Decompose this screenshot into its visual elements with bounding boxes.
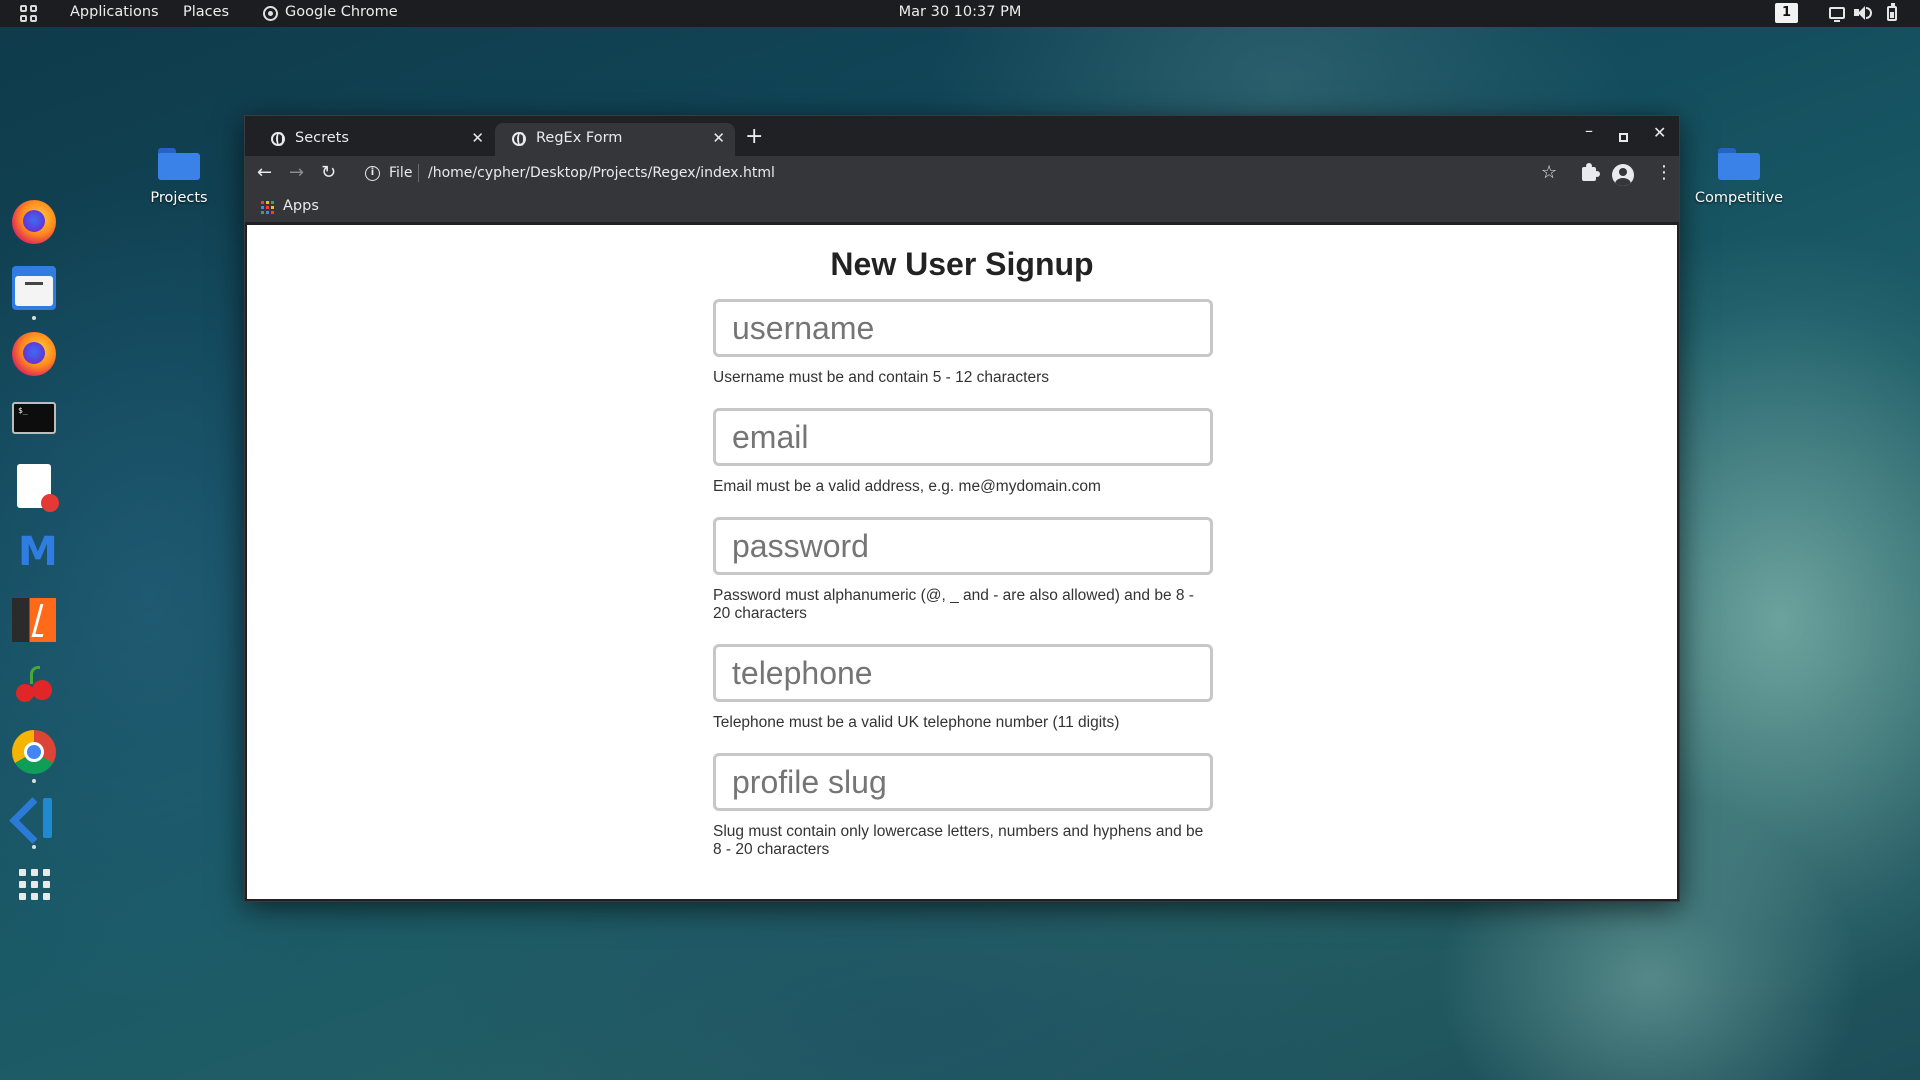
globe-icon bbox=[512, 132, 526, 146]
page-content: New User Signup Username must be and con… bbox=[247, 225, 1677, 899]
desktop-folder-label: Competitive bbox=[1694, 190, 1784, 206]
telephone-input[interactable] bbox=[716, 647, 1210, 699]
email-field[interactable] bbox=[713, 408, 1213, 466]
files-icon[interactable] bbox=[12, 266, 56, 310]
page-title: New User Signup bbox=[830, 246, 1094, 282]
profile-icon[interactable] bbox=[1612, 164, 1634, 186]
username-hint: Username must be and contain 5 - 12 char… bbox=[713, 369, 1050, 386]
vscode-icon[interactable] bbox=[12, 796, 56, 840]
password-hint: Password must alphanumeric (@, _ and - a… bbox=[713, 587, 1194, 622]
extensions-icon[interactable] bbox=[1582, 163, 1600, 181]
telephone-hint: Telephone must be a valid UK telephone n… bbox=[713, 714, 1120, 731]
folder-icon bbox=[158, 148, 200, 180]
close-icon[interactable]: ✕ bbox=[712, 129, 725, 147]
top-panel: Applications Places Google Chrome Mar 30… bbox=[0, 0, 1920, 27]
address-bar[interactable]: /home/cypher/Desktop/Projects/Regex/inde… bbox=[428, 165, 775, 181]
firefox-icon[interactable] bbox=[12, 200, 56, 244]
desktop-folder-label: Projects bbox=[150, 190, 208, 206]
display-icon[interactable] bbox=[1829, 7, 1845, 22]
bookmarks-bar: Apps bbox=[245, 192, 1679, 222]
forward-arrow-icon[interactable]: → bbox=[289, 163, 304, 183]
active-app-menu[interactable]: Google Chrome bbox=[285, 4, 398, 20]
apps-bookmark[interactable]: Apps bbox=[283, 198, 319, 214]
url-scheme-label[interactable]: File bbox=[389, 165, 412, 181]
tab-secrets[interactable]: Secrets ✕ bbox=[254, 123, 494, 156]
url-separator bbox=[418, 164, 419, 182]
terminal-prompt: $_ bbox=[18, 406, 28, 415]
username-field[interactable] bbox=[713, 299, 1213, 357]
reload-icon[interactable]: ↻ bbox=[321, 163, 336, 183]
password-input[interactable] bbox=[716, 520, 1210, 572]
tab-regex-form[interactable]: RegEx Form ✕ bbox=[495, 123, 735, 156]
globe-icon bbox=[271, 132, 285, 146]
tab-title: Secrets bbox=[295, 130, 349, 146]
window-close-icon[interactable]: ✕ bbox=[1653, 123, 1666, 142]
activities-grid-icon[interactable] bbox=[20, 5, 37, 22]
new-tab-button[interactable]: + bbox=[745, 126, 763, 148]
chrome-icon[interactable] bbox=[12, 730, 56, 774]
profile-slug-hint: Slug must contain only lowercase letters… bbox=[713, 823, 1204, 858]
telephone-field[interactable] bbox=[713, 644, 1213, 702]
email-input[interactable] bbox=[716, 411, 1210, 463]
close-icon[interactable]: ✕ bbox=[471, 129, 484, 147]
desktop-folder-projects[interactable]: Projects bbox=[124, 148, 234, 206]
bookmark-star-icon[interactable]: ☆ bbox=[1541, 162, 1557, 183]
volume-waves-icon bbox=[1866, 7, 1872, 19]
running-indicator bbox=[32, 779, 36, 783]
profile-slug-input[interactable] bbox=[716, 756, 1210, 808]
back-arrow-icon[interactable]: ← bbox=[257, 163, 272, 183]
browser-toolbar: ← → ↻ i File /home/cypher/Desktop/Projec… bbox=[245, 156, 1679, 192]
folder-icon bbox=[1718, 148, 1760, 180]
profile-slug-field[interactable] bbox=[713, 753, 1213, 811]
browser-window: Secrets ✕ RegEx Form ✕ + – ✕ ← → ↻ i Fil… bbox=[244, 115, 1680, 902]
maximize-icon[interactable] bbox=[1619, 133, 1628, 142]
cherrytree-icon[interactable] bbox=[12, 664, 56, 708]
text-editor-icon[interactable] bbox=[17, 464, 59, 512]
running-indicator bbox=[32, 845, 36, 849]
minimize-icon[interactable]: – bbox=[1585, 121, 1593, 140]
running-indicator bbox=[32, 316, 36, 320]
maltego-icon[interactable]: M bbox=[12, 530, 58, 574]
desktop-folder-competitive[interactable]: Competitive bbox=[1684, 148, 1794, 206]
show-apps-icon[interactable] bbox=[12, 862, 56, 906]
email-hint: Email must be a valid address, e.g. me@m… bbox=[713, 478, 1101, 495]
firefox-icon[interactable] bbox=[12, 332, 56, 376]
terminal-icon[interactable]: $_ bbox=[12, 402, 56, 434]
chrome-icon bbox=[263, 6, 278, 21]
applications-menu[interactable]: Applications bbox=[70, 4, 159, 20]
site-info-icon[interactable]: i bbox=[365, 166, 380, 181]
workspace-indicator[interactable]: 1 bbox=[1775, 3, 1798, 23]
tab-strip: Secrets ✕ RegEx Form ✕ + – ✕ bbox=[245, 116, 1679, 156]
places-menu[interactable]: Places bbox=[183, 4, 229, 20]
battery-icon[interactable] bbox=[1887, 3, 1897, 21]
tab-title: RegEx Form bbox=[536, 130, 623, 146]
kebab-menu-icon[interactable]: ⋮ bbox=[1655, 163, 1673, 183]
burpsuite-icon[interactable] bbox=[12, 598, 56, 642]
apps-grid-icon[interactable] bbox=[261, 201, 274, 214]
username-input[interactable] bbox=[716, 302, 1210, 354]
password-field[interactable] bbox=[713, 517, 1213, 575]
